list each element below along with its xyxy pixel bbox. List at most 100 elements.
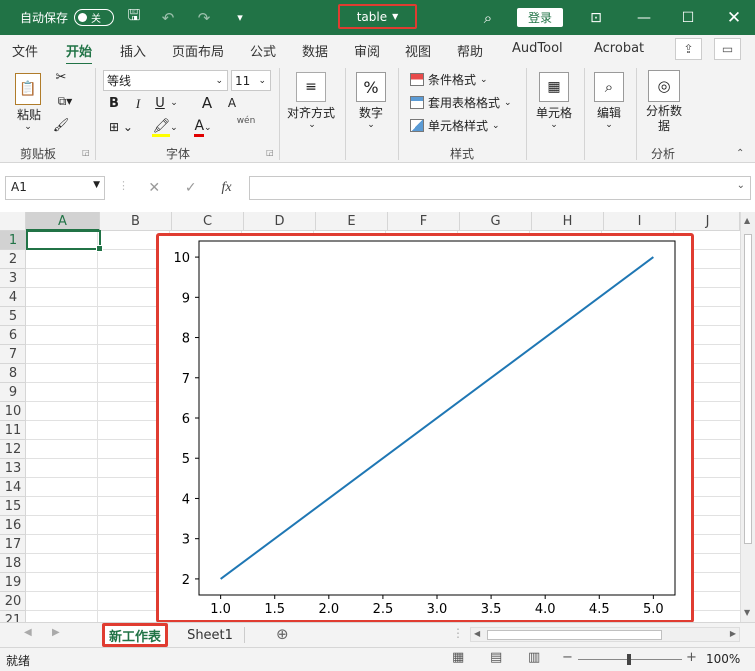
zoom-out-icon[interactable]: −	[562, 650, 573, 665]
row-header[interactable]: 8	[0, 364, 26, 383]
paste-button[interactable]: 📋	[12, 72, 44, 106]
cancel-icon[interactable]: ✕	[148, 180, 160, 196]
row-header[interactable]: 3	[0, 269, 26, 288]
autosave-toggle[interactable]: 关	[74, 9, 114, 26]
scroll-up-icon[interactable]: ▲	[744, 216, 750, 225]
row-header[interactable]: 14	[0, 478, 26, 497]
cells-dropdown-icon[interactable]: ⌄	[542, 120, 566, 130]
alignment-label[interactable]: 对齐方式	[285, 104, 337, 121]
tab-file[interactable]: 文件	[12, 41, 38, 60]
shrink-font-button[interactable]: A	[225, 96, 239, 110]
zoom-level[interactable]: 100%	[706, 652, 740, 666]
enter-icon[interactable]: ✓	[185, 180, 197, 196]
comments-icon[interactable]: ▭	[714, 38, 741, 60]
conditional-formatting-button[interactable]: 条件格式 ⌄	[410, 71, 488, 88]
tab-audtool[interactable]: AudTool	[512, 41, 563, 56]
zoom-in-icon[interactable]: +	[686, 650, 697, 665]
horizontal-scrollbar[interactable]: ◀ ▶	[470, 627, 740, 642]
tab-insert[interactable]: 插入	[120, 41, 146, 60]
row-header[interactable]: 12	[0, 440, 26, 459]
font-name-combo[interactable]: 等线 ⌄	[103, 70, 228, 91]
underline-dropdown-icon[interactable]: ⌄	[168, 98, 180, 108]
next-sheet-icon[interactable]: ▶	[52, 627, 60, 638]
column-header[interactable]: C	[172, 212, 244, 231]
fill-color-icon[interactable]: 🖍 ⌄	[148, 118, 182, 137]
close-icon[interactable]: ✕	[722, 0, 746, 35]
row-header[interactable]: 5	[0, 307, 26, 326]
vertical-scrollbar[interactable]: ▲ ▼	[740, 212, 755, 622]
font-color-icon[interactable]: A ⌄	[190, 118, 216, 137]
signin-button[interactable]: 登录	[517, 8, 563, 27]
row-header[interactable]: 18	[0, 554, 26, 573]
name-box[interactable]: A1 ▼	[5, 176, 105, 200]
tab-data[interactable]: 数据	[302, 41, 328, 60]
row-header[interactable]: 1	[0, 231, 26, 250]
analyze-data-label[interactable]: 分析数据	[644, 104, 684, 134]
alignment-button-icon[interactable]: ≡	[296, 72, 326, 102]
copy-icon[interactable]: ⧉▾	[52, 94, 78, 109]
font-launcher-icon[interactable]: ◲	[266, 148, 274, 157]
row-header[interactable]: 15	[0, 497, 26, 516]
chart-object[interactable]: 1.0 1.5 2.0 2.5 3.0 3.5 4.0 4.5 5.0 2 3 4 5 6 7 8 9 10	[156, 233, 694, 623]
editing-button-icon[interactable]: ⌕	[594, 72, 624, 102]
row-header[interactable]: 4	[0, 288, 26, 307]
row-header[interactable]: 17	[0, 535, 26, 554]
number-button-icon[interactable]: %	[356, 72, 386, 102]
collapse-ribbon-icon[interactable]: ⌃	[736, 148, 744, 159]
borders-icon[interactable]: ⊞ ⌄	[106, 120, 136, 134]
row-header[interactable]: 16	[0, 516, 26, 535]
alignment-dropdown-icon[interactable]: ⌄	[300, 120, 324, 130]
row-header[interactable]: 7	[0, 345, 26, 364]
save-icon[interactable]: 🖫	[122, 0, 146, 35]
horizontal-scroll-thumb[interactable]	[487, 630, 662, 640]
tab-home[interactable]: 开始	[66, 41, 93, 66]
font-size-combo[interactable]: 11 ⌄	[231, 70, 271, 91]
editing-dropdown-icon[interactable]: ⌄	[597, 120, 621, 130]
analyze-data-button-icon[interactable]: ◎	[648, 70, 680, 102]
undo-icon[interactable]: ↶	[156, 0, 180, 35]
editing-label[interactable]: 编辑	[594, 104, 624, 121]
row-header[interactable]: 11	[0, 421, 26, 440]
search-icon[interactable]: ⌕	[476, 0, 500, 35]
tab-review[interactable]: 审阅	[354, 41, 380, 60]
paste-label[interactable]: 粘贴	[12, 106, 46, 123]
scroll-left-icon[interactable]: ◀	[474, 629, 480, 638]
phonetic-icon[interactable]: wén	[234, 116, 258, 126]
maximize-icon[interactable]: ☐	[676, 0, 700, 35]
italic-button[interactable]: I	[130, 96, 146, 112]
column-header[interactable]: B	[100, 212, 172, 231]
column-header[interactable]: H	[532, 212, 604, 231]
sheet-tab-active[interactable]: 新工作表	[102, 623, 168, 647]
column-header[interactable]: J	[676, 212, 740, 231]
number-dropdown-icon[interactable]: ⌄	[359, 120, 383, 130]
select-all-corner[interactable]	[0, 212, 26, 231]
column-header[interactable]: I	[604, 212, 676, 231]
scroll-right-icon[interactable]: ▶	[730, 629, 736, 638]
column-header[interactable]: D	[244, 212, 316, 231]
share-icon[interactable]: ⇪	[675, 38, 702, 60]
row-header[interactable]: 21	[0, 611, 26, 622]
underline-button[interactable]: U	[152, 96, 168, 111]
redo-icon[interactable]: ↷	[192, 0, 216, 35]
sheet-tab[interactable]: Sheet1	[178, 623, 242, 647]
column-header[interactable]: A	[26, 212, 100, 231]
normal-view-icon[interactable]: ▦	[452, 650, 464, 665]
row-header[interactable]: 19	[0, 573, 26, 592]
zoom-slider[interactable]	[578, 654, 682, 665]
tab-split-grip-icon[interactable]: ⋮	[452, 626, 464, 640]
cut-icon[interactable]: ✂	[52, 70, 70, 85]
page-layout-view-icon[interactable]: ▤	[490, 650, 502, 665]
tab-formulas[interactable]: 公式	[250, 41, 276, 60]
ribbon-display-icon[interactable]: ⊡	[584, 0, 608, 35]
format-painter-icon[interactable]: 🖌	[52, 118, 70, 133]
column-header[interactable]: G	[460, 212, 532, 231]
cell-styles-button[interactable]: 单元格样式 ⌄	[410, 117, 500, 134]
row-header[interactable]: 2	[0, 250, 26, 269]
zoom-slider-thumb[interactable]	[627, 654, 631, 665]
paste-dropdown-icon[interactable]: ⌄	[16, 122, 40, 132]
new-sheet-icon[interactable]: ⊕	[276, 625, 289, 643]
row-header[interactable]: 10	[0, 402, 26, 421]
row-header[interactable]: 20	[0, 592, 26, 611]
format-as-table-button[interactable]: 套用表格格式 ⌄	[410, 94, 512, 111]
cells-label[interactable]: 单元格	[532, 104, 576, 121]
